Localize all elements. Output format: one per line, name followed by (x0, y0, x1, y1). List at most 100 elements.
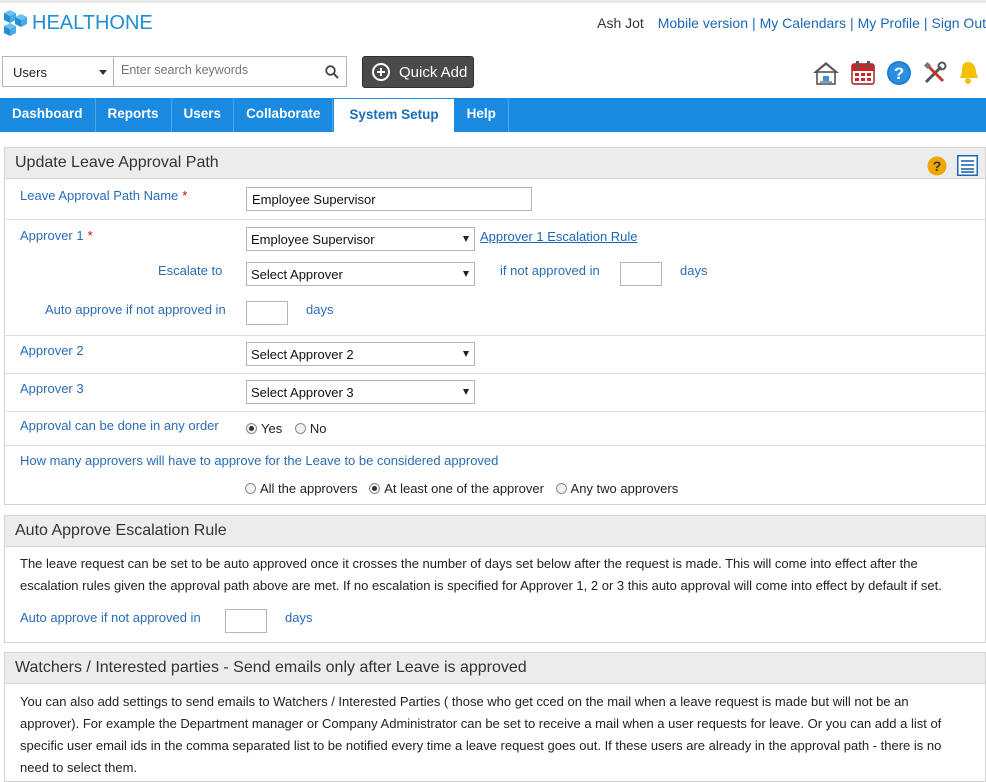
tab-dashboard[interactable]: Dashboard (0, 98, 96, 132)
path-name-field (246, 187, 532, 211)
description-line: specific user email ids in the comma sep… (20, 738, 942, 753)
help-icon[interactable]: ? (886, 60, 912, 89)
approver3-value: Select Approver 3 (251, 385, 354, 400)
logo-text-one: ONE (109, 11, 153, 34)
calendar-icon[interactable] (851, 60, 875, 89)
any-order-label: Approval can be done in any order (20, 418, 219, 433)
radio-all-label: All the approvers (260, 481, 358, 496)
search-box (114, 56, 347, 87)
search-input[interactable] (121, 63, 316, 77)
required-marker: * (182, 188, 188, 203)
home-icon[interactable] (812, 60, 840, 89)
link-sign-out[interactable]: Sign Out (932, 15, 986, 31)
approval-path-panel: Update Leave Approval Path ? Leave Appro… (4, 147, 986, 505)
link-my-profile[interactable]: My Profile (858, 15, 920, 31)
auto-approve-description: The leave request can be set to be auto … (20, 553, 942, 597)
approver3-select[interactable]: Select Approver 3 (246, 380, 475, 404)
auto-approve-header: Auto Approve Escalation Rule (5, 516, 985, 547)
if-not-approved-label: if not approved in (500, 263, 600, 278)
quick-add-button[interactable]: Quick Add (362, 56, 474, 88)
auto-approve-label: Auto approve if not approved in (45, 302, 226, 317)
auto-approve-rule-days-input[interactable] (225, 609, 267, 633)
chevron-down-icon (99, 70, 107, 75)
radio-yes[interactable] (246, 423, 257, 434)
approval-path-header: Update Leave Approval Path ? (5, 148, 985, 179)
tab-users[interactable]: Users (172, 98, 235, 132)
watchers-description: You can also add settings to send emails… (20, 691, 941, 779)
list-view-icon[interactable] (957, 155, 978, 176)
plus-circle-icon (372, 63, 390, 81)
top-border (0, 0, 986, 3)
toolbar-icons: ? (812, 60, 986, 88)
link-separator: | (923, 15, 928, 31)
svg-text:?: ? (933, 158, 942, 174)
radio-no-label: No (309, 421, 327, 436)
description-line: need to select them. (20, 760, 138, 775)
tab-system-setup[interactable]: System Setup (333, 98, 455, 132)
tab-help[interactable]: Help (455, 98, 509, 132)
approver1-label: Approver 1 * (20, 228, 93, 243)
approver2-row: Approver 2 Select Approver 2 (5, 336, 985, 374)
path-name-input[interactable] (252, 192, 518, 207)
logo-cubes-icon (4, 10, 27, 36)
days-label: days (285, 610, 313, 625)
path-name-label: Leave Approval Path Name * (20, 188, 188, 203)
radio-all-approvers[interactable] (245, 483, 256, 494)
how-many-label: How many approvers will have to approve … (20, 453, 499, 468)
user-name: Ash Jot (597, 15, 644, 31)
tab-collaborate[interactable]: Collaborate (234, 98, 334, 132)
approver3-row: Approver 3 Select Approver 3 (5, 374, 985, 412)
link-my-calendars[interactable]: My Calendars (760, 15, 846, 31)
radio-two-label: Any two approvers (570, 481, 679, 496)
tab-reports[interactable]: Reports (96, 98, 172, 132)
days-label: days (306, 302, 334, 317)
search-icon[interactable] (325, 65, 339, 79)
escalate-to-value: Select Approver (251, 267, 343, 282)
link-mobile-version[interactable]: Mobile version (658, 15, 748, 31)
watchers-header: Watchers / Interested parties - Send ema… (5, 653, 985, 684)
quick-add-label: Quick Add (399, 63, 468, 81)
approver1-row: Approver 1 * Employee Supervisor Approver… (5, 220, 985, 336)
search-scope-select[interactable]: Users (2, 56, 114, 87)
description-line: You can also add settings to send emails… (20, 694, 909, 709)
panel-title: Watchers / Interested parties - Send ema… (15, 659, 527, 676)
days-label: days (680, 263, 708, 278)
radio-at-least-one[interactable] (369, 483, 381, 494)
how-many-row: How many approvers will have to approve … (5, 446, 985, 504)
required-marker: * (87, 228, 93, 243)
radio-no[interactable] (294, 423, 306, 434)
approver2-value: Select Approver 2 (251, 347, 354, 362)
help-icon[interactable]: ? (927, 156, 947, 176)
top-links: Ash Jot Mobile version | My Calendars | My P… (597, 15, 986, 31)
auto-approve-label: Auto approve if not approved in (20, 610, 201, 625)
approver3-label: Approver 3 (20, 381, 84, 396)
approver1-escalation-link[interactable]: Approver 1 Escalation Rule (480, 229, 638, 244)
panel-title: Update Leave Approval Path (15, 154, 219, 171)
description-line: approver). For example the Department ma… (20, 716, 942, 731)
any-order-row: Approval can be done in any order Yes No (5, 412, 985, 446)
approver1-select[interactable]: Employee Supervisor (246, 227, 475, 251)
bell-icon[interactable] (958, 60, 978, 89)
description-line: The leave request can be set to be auto … (20, 556, 918, 571)
escalation-days-input[interactable] (620, 262, 662, 286)
link-separator: | (751, 15, 756, 31)
main-nav: Dashboard Reports Users Collaborate Syst… (0, 98, 986, 132)
escalate-to-label: Escalate to (158, 263, 223, 278)
approver1-value: Employee Supervisor (251, 232, 375, 247)
watchers-panel: Watchers / Interested parties - Send ema… (4, 652, 986, 782)
dropdown-arrow-icon (463, 236, 469, 242)
how-many-options: All the approvers At least one of the ap… (245, 481, 678, 496)
description-line: escalation rules given the approval path… (20, 578, 942, 593)
dropdown-arrow-icon (463, 271, 469, 277)
auto-approve-panel: Auto Approve Escalation Rule The leave r… (4, 515, 986, 643)
approver2-select[interactable]: Select Approver 2 (246, 342, 475, 366)
any-order-options: Yes No (246, 421, 326, 436)
radio-any-two[interactable] (555, 483, 567, 494)
dropdown-arrow-icon (463, 351, 469, 357)
escalate-to-select[interactable]: Select Approver (246, 262, 475, 286)
tools-icon[interactable] (923, 61, 947, 88)
path-name-row: Leave Approval Path Name * (5, 179, 985, 220)
auto-approve-days-input[interactable] (246, 301, 288, 325)
dropdown-arrow-icon (463, 389, 469, 395)
healthone-logo[interactable]: HEALTHONE (2, 8, 153, 38)
